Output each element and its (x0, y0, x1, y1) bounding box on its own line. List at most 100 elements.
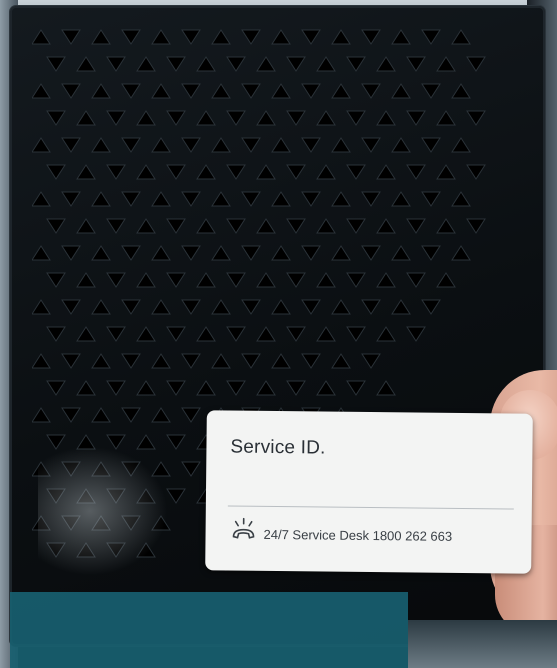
vent-hole (421, 137, 441, 153)
vent-hole (286, 56, 306, 72)
vent-hole (61, 191, 81, 207)
vent-hole (32, 137, 51, 153)
vent-hole (256, 218, 276, 234)
vent-hole (301, 353, 321, 369)
phone-ringing-icon (232, 517, 255, 539)
vent-hole (376, 110, 396, 126)
vent-hole (391, 191, 411, 207)
vent-hole (226, 110, 246, 126)
vent-hole (46, 110, 66, 126)
vent-hole (226, 272, 246, 288)
vent-hole (331, 29, 351, 45)
vent-hole (106, 326, 126, 342)
vent-hole (32, 407, 51, 423)
vent-hole (181, 83, 201, 99)
vent-hole (421, 191, 441, 207)
vent-hole (451, 191, 471, 207)
vent-hole (376, 164, 396, 180)
vent-hole (211, 353, 231, 369)
vent-hole (256, 326, 276, 342)
vent-hole (421, 245, 441, 261)
vent-hole (181, 245, 201, 261)
vent-hole (226, 326, 246, 342)
vent-hole (151, 407, 171, 423)
vent-hole (451, 245, 471, 261)
vent-hole (211, 299, 231, 315)
vent-hole (32, 353, 51, 369)
vent-hole (166, 110, 186, 126)
vent-hole (436, 110, 456, 126)
vent-hole (271, 137, 291, 153)
vent-hole (151, 29, 171, 45)
vent-hole (61, 83, 81, 99)
vent-hole (136, 326, 156, 342)
vent-hole (391, 245, 411, 261)
vent-hole (106, 380, 126, 396)
vent-hole (196, 56, 216, 72)
vent-hole (32, 245, 51, 261)
vent-hole (46, 56, 66, 72)
vent-hole (211, 29, 231, 45)
vent-hole (301, 29, 321, 45)
vent-hole (91, 407, 111, 423)
vent-hole (406, 56, 426, 72)
vent-hole (346, 56, 366, 72)
vent-hole (121, 245, 141, 261)
vent-hole (136, 110, 156, 126)
vent-hole (406, 272, 426, 288)
vent-hole (301, 299, 321, 315)
vent-hole (151, 245, 171, 261)
vent-hole (256, 380, 276, 396)
vent-hole (196, 326, 216, 342)
vent-hole (106, 218, 126, 234)
vent-hole (361, 137, 381, 153)
vent-hole (241, 353, 261, 369)
vent-hole (151, 83, 171, 99)
vent-hole (376, 380, 396, 396)
vent-hole (316, 56, 336, 72)
vent-hole (241, 83, 261, 99)
vent-hole (451, 83, 471, 99)
vent-hole (181, 29, 201, 45)
vent-hole (91, 353, 111, 369)
vent-hole (196, 272, 216, 288)
vent-hole (241, 299, 261, 315)
vent-hole (76, 56, 96, 72)
vent-hole (271, 299, 291, 315)
vent-hole (151, 353, 171, 369)
vent-hole (316, 164, 336, 180)
vent-hole (106, 272, 126, 288)
vent-hole (376, 272, 396, 288)
vent-hole (46, 164, 66, 180)
vent-hole (331, 353, 351, 369)
vent-hole (271, 83, 291, 99)
vent-hole (46, 380, 66, 396)
vent-hole (91, 299, 111, 315)
vent-hole (361, 191, 381, 207)
vent-hole (121, 353, 141, 369)
vent-hole (391, 137, 411, 153)
vent-hole (76, 272, 96, 288)
vent-hole (121, 83, 141, 99)
vent-hole (106, 164, 126, 180)
vent-hole (46, 272, 66, 288)
vent-hole (121, 299, 141, 315)
vent-hole (226, 56, 246, 72)
vent-hole (316, 110, 336, 126)
vent-hole (436, 56, 456, 72)
vent-hole (466, 56, 486, 72)
vent-hole (61, 137, 81, 153)
vent-hole (376, 56, 396, 72)
vent-hole (406, 218, 426, 234)
label-divider (227, 505, 514, 510)
vent-hole (361, 83, 381, 99)
vent-hole (376, 218, 396, 234)
vent-hole (76, 380, 96, 396)
vent-hole (181, 299, 201, 315)
vent-hole (271, 245, 291, 261)
vent-hole (466, 218, 486, 234)
vent-hole (466, 110, 486, 126)
vent-hole (181, 353, 201, 369)
service-desk-text: 24/7 Service Desk 1800 262 663 (263, 526, 453, 544)
vent-hole (196, 218, 216, 234)
